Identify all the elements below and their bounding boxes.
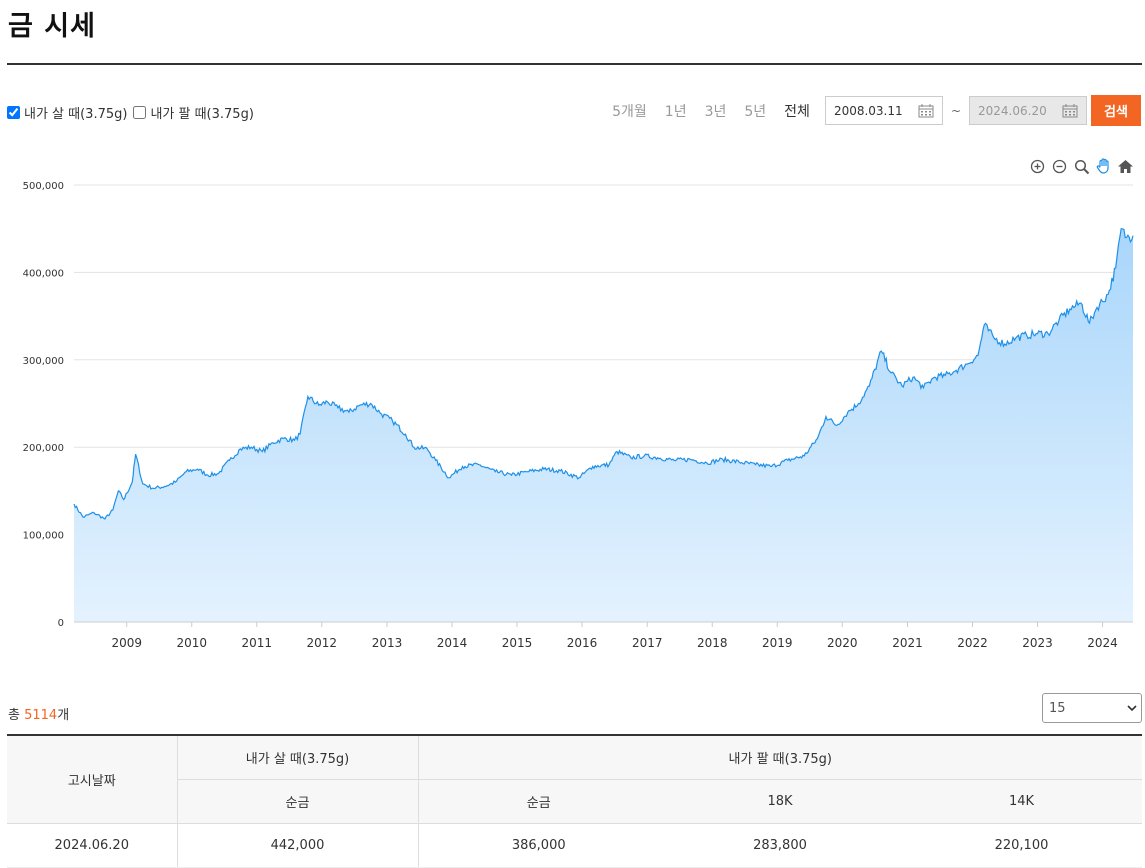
header-sell-18k: 18K (659, 779, 901, 824)
table-row: 2024.06.20 442,000 386,000 283,800 220,1… (7, 823, 1142, 868)
calendar-icon[interactable] (918, 103, 934, 118)
x-tick-label: 2021 (892, 636, 923, 650)
count-prefix: 총 (8, 708, 25, 723)
x-tick-label: 2023 (1022, 636, 1053, 650)
date-range-bar: 5개월 1년 3년 5년 전체 2008.03.11 ~ 2024.06.20 … (594, 95, 1141, 126)
end-date-field[interactable]: 2024.06.20 (969, 96, 1087, 125)
end-date-value: 2024.06.20 (978, 103, 1047, 118)
chevron-down-icon (1127, 701, 1137, 716)
sell-filter[interactable]: 내가 팔 때(3.75g) (133, 103, 254, 122)
range-separator: ~ (950, 103, 961, 118)
count-value: 5114 (24, 708, 58, 723)
period-3-years[interactable]: 3년 (705, 101, 727, 121)
y-tick-label: 300,000 (23, 356, 64, 367)
period-5-years[interactable]: 5년 (744, 101, 766, 121)
x-tick-label: 2022 (957, 636, 988, 650)
header-buy-pure: 순금 (176, 779, 418, 824)
count-suffix: 개 (57, 708, 70, 723)
title-divider (7, 63, 1142, 65)
x-tick-label: 2015 (502, 636, 533, 650)
cell-sell-14k: 220,100 (901, 823, 1142, 868)
calendar-icon[interactable] (1062, 103, 1078, 118)
period-5-months[interactable]: 5개월 (612, 101, 647, 121)
y-tick-label: 200,000 (23, 443, 64, 454)
gold-price-chart: 0 100,000 200,000 300,000 400,000 500,000 200… (23, 181, 1134, 650)
cell-sell-pure: 386,000 (417, 823, 659, 868)
start-date-field[interactable]: 2008.03.11 (824, 96, 943, 125)
sell-checkbox[interactable] (133, 105, 147, 119)
x-tick-label: 2014 (437, 636, 468, 650)
y-tick-label: 0 (58, 618, 64, 629)
period-all[interactable]: 전체 (784, 101, 810, 121)
x-tick-label: 2011 (241, 636, 272, 650)
header-sell-group: 내가 팔 때(3.75g) (417, 734, 1142, 780)
cell-buy-pure: 442,000 (176, 823, 418, 868)
series-area-fill (74, 228, 1133, 622)
buy-filter[interactable]: 내가 살 때(3.75g) (7, 103, 127, 122)
period-1-year[interactable]: 1년 (665, 101, 687, 121)
x-tick-label: 2010 (176, 636, 207, 650)
series-area (73, 228, 1134, 622)
cell-sell-18k: 283,800 (659, 823, 901, 868)
search-button[interactable]: 검색 (1091, 95, 1141, 126)
header-sell-pure: 순금 (417, 779, 659, 824)
x-tick-label: 2024 (1087, 636, 1118, 650)
header-buy-group: 내가 살 때(3.75g) (176, 734, 418, 780)
x-tick-label: 2016 (567, 636, 598, 650)
x-tick-label: 2017 (632, 636, 663, 650)
x-axis: 2009 2010 2011 2012 2013 2014 2015 2016 2017 2018… (74, 621, 1133, 650)
header-sell-14k: 14K (901, 779, 1142, 824)
cell-date: 2024.06.20 (7, 823, 177, 868)
price-table: 고시날짜 내가 살 때(3.75g) 내가 팔 때(3.75g) 순금 순금 1… (7, 734, 1142, 868)
x-tick-label: 2019 (762, 636, 793, 650)
y-tick-label: 100,000 (23, 531, 64, 542)
result-count: 총 5114개 (8, 704, 69, 723)
x-tick-label: 2018 (697, 636, 728, 650)
page-size-value: 15 (1049, 700, 1066, 716)
y-axis: 0 100,000 200,000 300,000 400,000 500,000 (23, 181, 64, 629)
y-tick-label: 500,000 (23, 181, 64, 192)
x-tick-label: 2020 (827, 636, 858, 650)
sell-filter-label: 내가 팔 때(3.75g) (150, 106, 254, 122)
page-size-select[interactable]: 15 (1042, 693, 1142, 723)
page-title: 금 시세 (8, 11, 96, 42)
x-tick-label: 2013 (372, 636, 403, 650)
start-date-value: 2008.03.11 (833, 103, 903, 118)
y-tick-label: 400,000 (23, 268, 64, 279)
x-tick-label: 2012 (307, 636, 338, 650)
x-tick-label: 2009 (111, 636, 142, 650)
series-filter: 내가 살 때(3.75g) 내가 팔 때(3.75g) (7, 98, 260, 126)
buy-checkbox[interactable] (7, 105, 20, 119)
buy-filter-label: 내가 살 때(3.75g) (24, 106, 128, 122)
header-date: 고시날짜 (7, 734, 177, 824)
